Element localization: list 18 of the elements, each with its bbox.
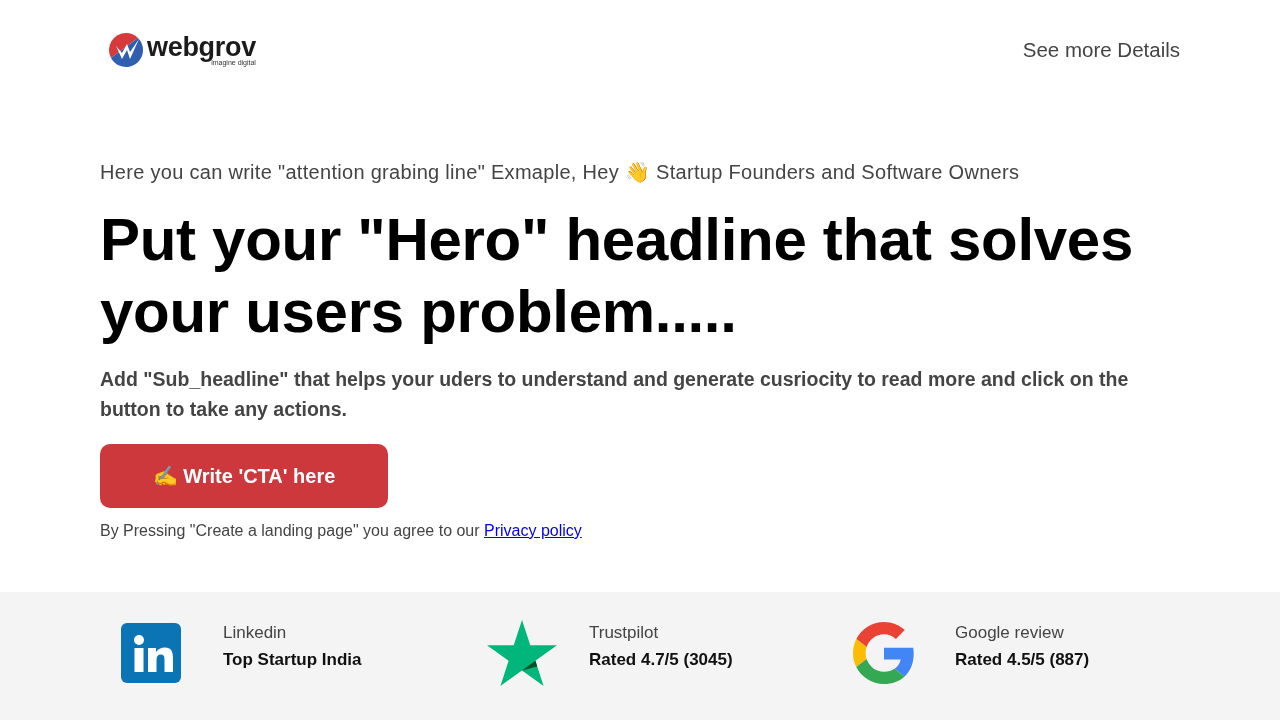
review-source: Trustpilot (589, 622, 660, 644)
consent-text: By Pressing "Create a landing page" you agree to our Privacy policy (100, 521, 583, 541)
hero-subheadline: Add "Sub_headline" that helps your uders to understand and generate cusriocity to read more and click on the button to take any actions. (100, 367, 1130, 422)
linkedin-icon (121, 622, 181, 683)
review-source: Linkedin (223, 622, 288, 644)
review-rating: Rated 4.5/5 (887) (955, 649, 1090, 671)
review-rating: Top Startup India (223, 649, 362, 671)
brand-name: webgrov (147, 33, 256, 60)
star-icon (487, 619, 557, 686)
cta-button[interactable]: ✍ Write 'CTA' here (100, 444, 388, 508)
hero-headline: Put your "Hero" headline that solves your users problem..... (100, 205, 1134, 347)
privacy-link[interactable]: Privacy policy (484, 522, 582, 539)
google-g-icon (853, 621, 915, 684)
review-source: Google review (955, 622, 1065, 644)
nav-link[interactable]: See more Details (1022, 38, 1180, 62)
logo-icon (108, 32, 144, 68)
review-rating: Rated 4.7/5 (3045) (589, 649, 733, 671)
eyebrow-text: Here you can write "attention grabing line" Exmaple, Hey 👋 Startup Founders and Software Owners (100, 160, 1021, 184)
